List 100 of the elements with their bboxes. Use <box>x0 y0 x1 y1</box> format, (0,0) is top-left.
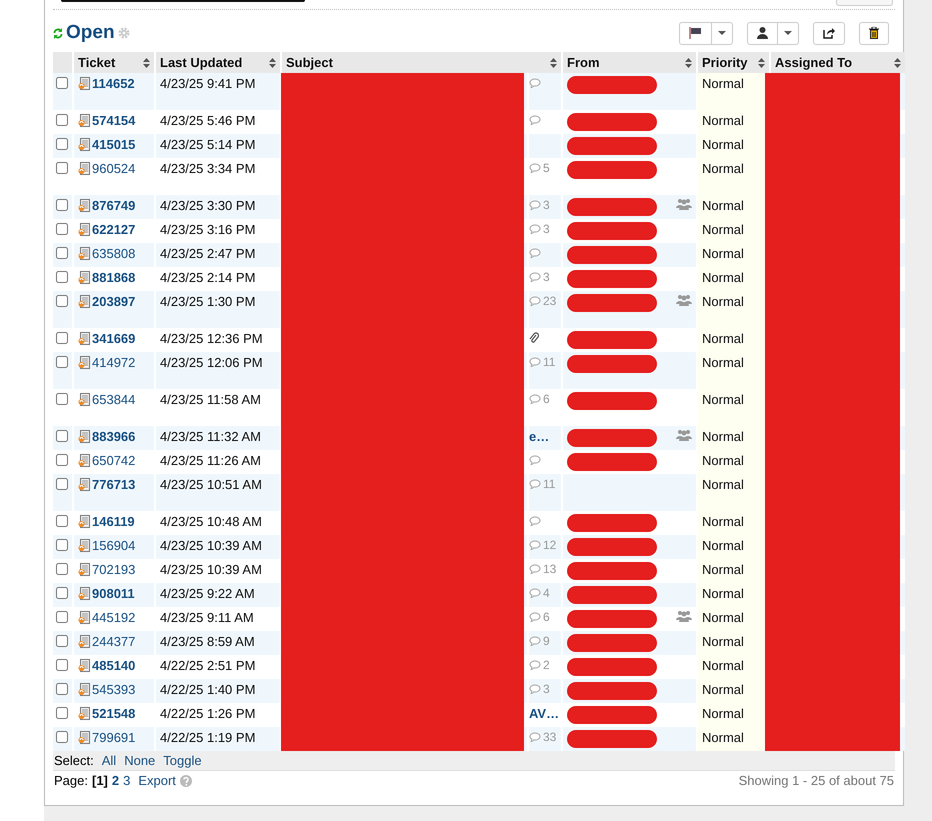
sort-icon[interactable] <box>269 58 276 68</box>
row-checkbox[interactable] <box>56 587 68 599</box>
row-checkbox[interactable] <box>56 635 68 647</box>
row-checkbox[interactable] <box>56 683 68 695</box>
row-checkbox[interactable] <box>56 659 68 671</box>
row-checkbox[interactable] <box>56 199 68 211</box>
ticket-link[interactable]: 341669 <box>92 331 136 346</box>
ticket-icon <box>78 454 90 467</box>
page-link[interactable]: 2 <box>112 773 120 788</box>
select-label: Select: <box>54 753 94 768</box>
comment-count: 6 <box>543 392 550 406</box>
comment-icon <box>529 357 541 367</box>
subject-text[interactable]: AV… <box>529 706 560 721</box>
priority-text: Normal <box>702 682 744 697</box>
row-checkbox[interactable] <box>56 138 68 150</box>
row-checkbox[interactable] <box>56 247 68 259</box>
comment-count: 9 <box>543 634 550 648</box>
ticket-icon <box>78 393 90 406</box>
row-checkbox[interactable] <box>56 611 68 623</box>
row-checkbox[interactable] <box>56 271 68 283</box>
ticket-icon <box>78 515 90 528</box>
priority-text: Normal <box>702 270 744 285</box>
sort-icon[interactable] <box>685 58 692 68</box>
column-header[interactable]: Ticket <box>74 52 154 73</box>
priority-text: Normal <box>702 246 744 261</box>
select-link[interactable]: None <box>124 753 156 768</box>
column-header[interactable]: Assigned To <box>771 52 905 73</box>
ticket-link[interactable]: 702193 <box>92 562 136 577</box>
refresh-icon[interactable] <box>53 28 63 38</box>
row-checkbox[interactable] <box>56 563 68 575</box>
comment-count: 11 <box>543 355 556 369</box>
row-checkbox[interactable] <box>56 356 68 368</box>
ticket-icon <box>78 199 90 212</box>
user-icon <box>757 27 768 39</box>
ticket-icon <box>78 77 90 90</box>
priority-text: Normal <box>702 477 744 492</box>
ticket-link[interactable]: 521548 <box>92 706 136 721</box>
ticket-icon <box>78 356 90 369</box>
row-checkbox[interactable] <box>56 539 68 551</box>
row-checkbox[interactable] <box>56 332 68 344</box>
sort-icon[interactable] <box>758 58 765 68</box>
ticket-icon <box>78 430 90 443</box>
row-checkbox[interactable] <box>56 295 68 307</box>
ticket-icon <box>78 563 90 576</box>
column-header[interactable]: Last Updated <box>156 52 280 73</box>
column-header[interactable]: Subject <box>282 52 561 73</box>
share-button[interactable] <box>813 22 845 44</box>
ticket-icon <box>78 731 90 744</box>
flag-button[interactable] <box>679 22 733 44</box>
sort-icon[interactable] <box>550 58 557 68</box>
row-checkbox[interactable] <box>56 223 68 235</box>
updated-text: 4/23/25 12:36 PM <box>160 331 263 346</box>
row-checkbox[interactable] <box>56 114 68 126</box>
updated-text: 4/23/25 9:11 AM <box>160 610 254 625</box>
row-checkbox[interactable] <box>56 731 68 743</box>
ticket-link[interactable]: 650742 <box>92 453 136 468</box>
group-icon <box>676 429 692 441</box>
trash-icon <box>869 27 879 39</box>
comment-count: 2 <box>543 658 550 672</box>
ticket-link[interactable]: 574154 <box>92 113 136 128</box>
updated-text: 4/23/25 5:46 PM <box>160 113 256 128</box>
column-header[interactable]: Priority <box>698 52 769 73</box>
row-checkbox[interactable] <box>56 707 68 719</box>
select-link[interactable]: All <box>102 753 116 768</box>
ticket-link[interactable]: 653844 <box>92 392 136 407</box>
updated-text: 4/23/25 9:41 PM <box>160 76 256 91</box>
user-button[interactable] <box>747 22 799 44</box>
updated-text: 4/23/25 12:06 PM <box>160 355 263 370</box>
updated-text: 4/23/25 1:30 PM <box>160 294 256 309</box>
comment-count: 3 <box>543 682 550 696</box>
updated-text: 4/23/25 2:47 PM <box>160 246 256 261</box>
trash-button[interactable] <box>859 22 889 44</box>
updated-text: 4/23/25 3:34 PM <box>160 161 256 176</box>
ticket-link[interactable]: 146119 <box>92 514 135 529</box>
row-checkbox[interactable] <box>56 77 68 89</box>
priority-text: Normal <box>702 198 744 213</box>
updated-text: 4/22/25 2:51 PM <box>160 658 256 673</box>
updated-text: 4/22/25 1:19 PM <box>160 730 256 745</box>
select-link[interactable]: Toggle <box>163 753 202 768</box>
page-link[interactable]: 3 <box>123 773 130 788</box>
ticket-link[interactable]: 960524 <box>92 161 136 176</box>
priority-text: Normal <box>702 538 744 553</box>
ticket-link[interactable]: 881868 <box>92 270 136 285</box>
column-header[interactable]: From <box>563 52 696 73</box>
row-checkbox[interactable] <box>56 454 68 466</box>
caret-icon <box>784 31 792 35</box>
comment-icon <box>529 588 541 598</box>
ticket-link[interactable]: 485140 <box>92 658 136 673</box>
row-checkbox[interactable] <box>56 162 68 174</box>
export-link[interactable]: Export <box>138 773 176 788</box>
sort-icon[interactable] <box>143 58 150 68</box>
row-checkbox[interactable] <box>56 515 68 527</box>
row-checkbox[interactable] <box>56 478 68 490</box>
ticket-link[interactable]: 622127 <box>92 222 136 237</box>
sort-icon[interactable] <box>894 58 901 68</box>
row-checkbox[interactable] <box>56 393 68 405</box>
priority-text: Normal <box>702 222 744 237</box>
queue-title[interactable]: Open <box>66 22 115 44</box>
ticket-link[interactable]: 445192 <box>92 610 136 625</box>
row-checkbox[interactable] <box>56 430 68 442</box>
